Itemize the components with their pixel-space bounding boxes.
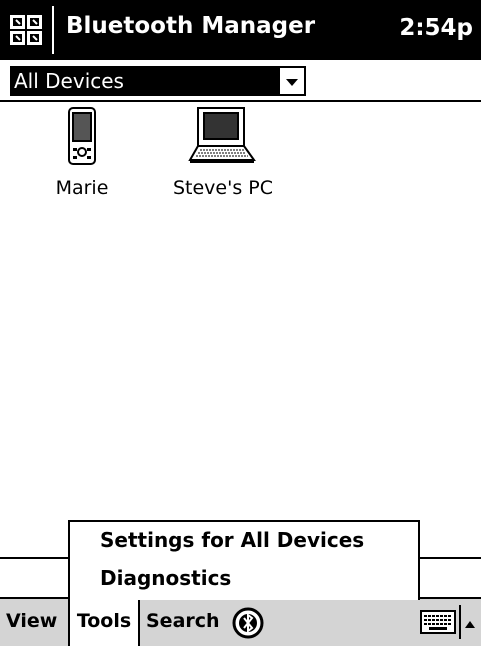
menu-item-diagnostics[interactable]: Diagnostics bbox=[100, 566, 231, 590]
windows-start-flag-icon[interactable] bbox=[6, 10, 46, 50]
device-filter-dropdown[interactable]: All Devices bbox=[10, 66, 306, 96]
device-label: Marie bbox=[55, 177, 109, 199]
device-filter-selected: All Devices bbox=[12, 68, 280, 94]
title-bar: Bluetooth Manager 2:54p bbox=[0, 0, 481, 60]
tools-popup-menu: Settings for All Devices Diagnostics bbox=[68, 520, 420, 600]
menu-tools[interactable]: Tools bbox=[68, 599, 140, 646]
header-divider bbox=[0, 100, 481, 102]
sip-separator bbox=[459, 605, 461, 639]
pda-icon bbox=[46, 106, 118, 171]
title-separator bbox=[52, 6, 54, 54]
chevron-down-icon[interactable] bbox=[280, 68, 304, 94]
chevron-up-icon[interactable] bbox=[463, 615, 477, 628]
app-title: Bluetooth Manager bbox=[66, 13, 316, 39]
bluetooth-icon[interactable] bbox=[232, 607, 264, 639]
menu-search[interactable]: Search bbox=[146, 608, 220, 634]
device-label: Steve's PC bbox=[172, 177, 274, 199]
menu-bar: View Tools Search bbox=[0, 599, 481, 646]
device-item-steves-pc[interactable]: Steve's PC bbox=[158, 106, 288, 199]
clock[interactable]: 2:54p bbox=[399, 15, 473, 41]
keyboard-icon[interactable] bbox=[420, 610, 456, 634]
laptop-icon bbox=[158, 106, 288, 171]
menu-item-settings-all-devices[interactable]: Settings for All Devices bbox=[100, 528, 364, 552]
menu-view[interactable]: View bbox=[6, 608, 57, 634]
device-item-marie[interactable]: Marie bbox=[46, 106, 118, 199]
